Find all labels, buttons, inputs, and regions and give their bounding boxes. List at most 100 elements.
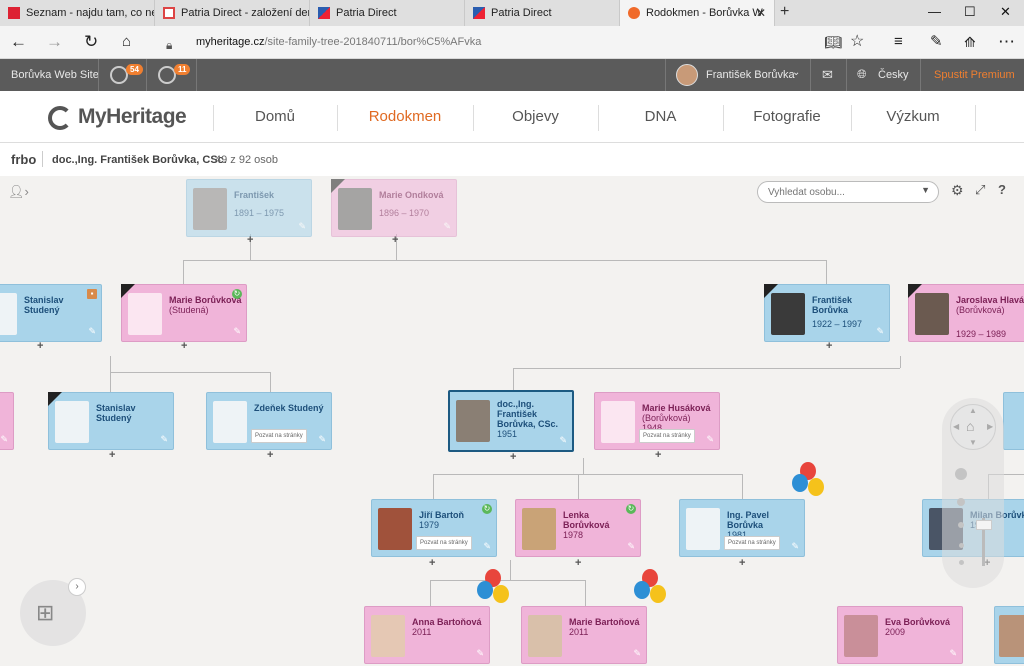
tab-rodokmen[interactable]: Rodokmen - Borůvka W ✕ [620,0,775,26]
edit-icon[interactable]: ✎ [791,541,799,551]
back-button[interactable]: ← [10,32,27,52]
hub-icon[interactable]: ≡ [894,32,903,52]
add-relative-button[interactable]: + [510,451,516,463]
help-icon[interactable]: ? [998,182,1006,197]
language-selector[interactable]: Česky [878,69,909,81]
person-card[interactable]: Anna Bartoňová 2011 ✎ [364,606,490,664]
tab-patria-1[interactable]: Patria Direct [310,0,465,26]
family-tree-canvas[interactable]: 👤︎› ▼ ⚙ ⤢ ? František 1891 – 1975 ✎ + Ma… [0,176,1024,666]
person-card[interactable]: Stanislav Studený ▪ ✎ [0,284,102,342]
add-relative-button[interactable]: + [37,340,43,352]
more-icon[interactable]: ⋯ [998,32,1015,52]
fullscreen-icon[interactable]: ⤢ [975,182,985,198]
person-card[interactable]: Jaroslava Hlaváč (Borůvková) 1929 – 1989 [908,284,1024,342]
person-card[interactable]: Marie Husáková (Borůvková) 1948 Pozvat na… [594,392,720,450]
person-card[interactable]: Stanislav Studený ✎ [48,392,174,450]
person-card[interactable]: ✎ [0,392,14,450]
nav-discoveries[interactable]: Objevy [473,108,598,125]
new-tab-button[interactable]: + [780,3,789,21]
close-tab-icon[interactable]: ✕ [756,6,766,20]
edit-icon[interactable]: ✎ [160,434,168,444]
person-card[interactable]: Lenka Borůvková 1978 ↻ ✎ [515,499,641,557]
selected-person-card[interactable]: doc.,Ing. František Borůvka, CSc. 1951 ✎ [448,390,574,452]
premium-button[interactable]: Spustit Premium [934,69,1015,81]
edit-icon[interactable]: ✎ [443,221,451,231]
zoom-level-dot[interactable] [957,498,965,506]
web-note-icon[interactable]: ✎ [930,32,943,52]
edit-icon[interactable]: ✎ [706,434,714,444]
add-relative-button[interactable]: + [826,340,832,352]
add-relative-button[interactable]: + [739,557,745,569]
tab-patria-2[interactable]: Patria Direct [465,0,620,26]
person-card[interactable]: Marie Ondková 1896 – 1970 ✎ [331,179,457,237]
person-card[interactable]: Zdeňek Studený Pozvat na stránky ✎ [206,392,332,450]
edit-icon[interactable]: ✎ [559,435,567,445]
person-card[interactable]: František Borůvka 1922 – 1997 ✎ [764,284,890,342]
mail-icon[interactable]: ✉ [822,67,833,83]
address-bar[interactable]: myheritage.cz/site-family-tree-201840711… [196,36,481,48]
person-card[interactable]: Eva Borůvková 2009 ✎ [837,606,963,664]
root-person-name[interactable]: doc.,Ing. František Borůvka, CSc. [52,154,227,166]
globe-icon[interactable]: 🌐︎ [857,67,867,82]
edit-icon[interactable]: ✎ [233,326,241,336]
edit-icon[interactable]: ✎ [633,648,641,658]
nav-research[interactable]: Výzkum [851,108,975,125]
edit-icon[interactable]: ✎ [949,648,957,658]
chevron-right-icon[interactable]: › [68,578,86,596]
tree-name[interactable]: frbo [11,152,36,167]
add-relative-button[interactable]: + [247,234,253,246]
record-badge-icon[interactable]: ▪ [87,289,97,299]
home-icon[interactable]: ⌂ [122,32,131,52]
add-relative-button[interactable]: + [109,449,115,461]
close-window-button[interactable]: ✕ [1000,4,1011,20]
avatar[interactable] [676,64,698,86]
edit-icon[interactable]: ✎ [318,434,326,444]
chevron-down-icon[interactable]: ▼ [921,185,930,195]
add-relative-button[interactable]: + [392,234,398,246]
share-icon[interactable]: ⟰ [964,32,976,52]
person-card[interactable]: Marie Bartoňová 2011 ✎ [521,606,647,664]
refresh-button[interactable]: ↻ [84,32,98,52]
zoom-level-dot[interactable] [958,522,964,528]
smart-match-icon[interactable]: ↻ [232,289,242,299]
add-relative-button[interactable]: + [267,449,273,461]
edit-icon[interactable]: ✎ [876,326,884,336]
pan-right-icon[interactable]: ▶ [987,422,993,431]
user-name[interactable]: František Borůvka [706,69,795,81]
zoom-slider-handle[interactable] [976,520,992,530]
tab-seznam[interactable]: ​Seznam - najdu tam, co nez [0,0,155,26]
zoom-level-dot[interactable] [959,543,964,548]
person-card[interactable]: František 1891 – 1975 ✎ [186,179,312,237]
invite-button[interactable]: Pozvat na stránky [251,429,307,443]
person-card[interactable]: Jiří Bartoň 1979 ↻ Pozvat na stránky ✎ [371,499,497,557]
add-relative-button[interactable]: + [429,557,435,569]
person-search-field[interactable] [768,187,918,198]
person-card[interactable] [1003,392,1024,450]
nav-home[interactable]: Domů [213,108,337,125]
edit-icon[interactable]: ✎ [483,541,491,551]
pan-control[interactable]: ▲ ◀ ▶ ▼ ⌂ [950,404,996,450]
person-card[interactable] [994,606,1024,664]
add-relative-button[interactable]: + [655,449,661,461]
smart-match-icon[interactable]: ↻ [482,504,492,514]
favorite-star-icon[interactable]: ☆ [850,32,864,52]
edit-icon[interactable]: ✎ [298,221,306,231]
person-card[interactable]: Marie Borůvková (Studená) ↻ ✎ [121,284,247,342]
smart-match-icon[interactable]: ↻ [626,504,636,514]
reading-view-icon[interactable]: 📖︎ [824,32,842,52]
forward-button[interactable]: → [46,32,63,52]
logo[interactable]: MyHeritage [78,105,187,129]
minimize-button[interactable]: — [928,4,941,19]
edit-icon[interactable]: ✎ [476,648,484,658]
invite-button[interactable]: Pozvat na stránky [416,536,472,550]
gear-icon[interactable]: ⚙ [951,182,964,199]
zoom-level-dot[interactable] [955,468,967,480]
person-panel-icon[interactable]: 👤︎› [8,184,29,200]
edit-icon[interactable]: ✎ [0,434,8,444]
zoom-level-dot[interactable] [959,560,964,565]
home-icon[interactable]: ⌂ [966,418,974,434]
edit-icon[interactable]: ✎ [627,541,635,551]
nav-family-tree[interactable]: Rodokmen [337,108,473,125]
invite-button[interactable]: Pozvat na stránky [639,429,695,443]
add-relative-button[interactable]: + [575,557,581,569]
